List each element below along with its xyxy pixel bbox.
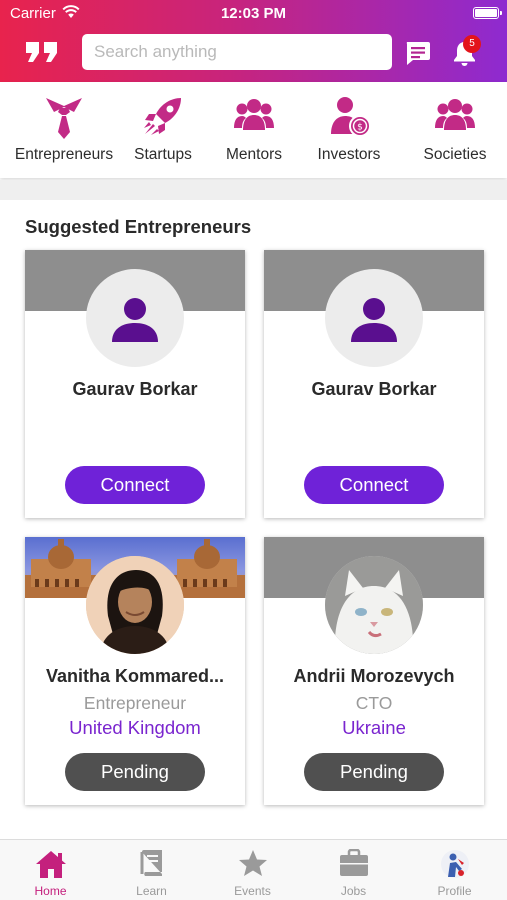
app-logo-icon[interactable] xyxy=(25,40,59,68)
nav-label: Home xyxy=(34,884,67,898)
nav-label: Profile xyxy=(437,884,472,898)
person-icon xyxy=(351,298,397,342)
notification-badge: 5 xyxy=(463,35,481,53)
group-icon xyxy=(435,99,475,130)
battery-icon xyxy=(473,7,502,19)
section-divider xyxy=(0,180,507,200)
category-label: Investors xyxy=(317,146,381,163)
avatar-photo xyxy=(325,556,423,654)
tie-icon xyxy=(46,98,82,139)
rocket-icon xyxy=(144,98,181,135)
nav-label: Events xyxy=(234,884,271,898)
status-bar: Carrier 12:03 PM xyxy=(0,0,507,28)
card-name: Gaurav Borkar xyxy=(72,379,198,399)
nav-label: Learn xyxy=(136,884,167,898)
briefcase-icon xyxy=(339,849,368,876)
category-mentors[interactable]: Mentors xyxy=(208,82,300,178)
avatar-photo xyxy=(86,556,184,654)
category-label: Entrepreneurs xyxy=(14,146,114,163)
category-societies[interactable]: Societies xyxy=(405,82,505,178)
card-name: Gaurav Borkar xyxy=(311,379,437,399)
star-icon xyxy=(238,850,267,876)
category-entrepreneurs[interactable]: Entrepreneurs xyxy=(10,82,118,178)
search-input[interactable] xyxy=(82,34,392,70)
home-icon xyxy=(35,851,66,878)
category-investors[interactable]: $ Investors xyxy=(300,82,398,178)
entrepreneur-card[interactable]: Vanitha Kommared... Entrepreneur United … xyxy=(25,537,245,805)
person-icon xyxy=(112,298,158,342)
category-label: Startups xyxy=(134,146,192,163)
card-role: Entrepreneur xyxy=(83,693,187,713)
card-name: Vanitha Kommared... xyxy=(45,666,225,686)
book-icon xyxy=(140,850,162,876)
card-name: Andrii Morozevych xyxy=(293,666,455,686)
card-country: Ukraine xyxy=(342,717,406,738)
entrepreneur-card[interactable]: Gaurav Borkar Connect xyxy=(264,250,484,518)
card-country: United Kingdom xyxy=(69,717,201,738)
connect-button[interactable]: Connect xyxy=(65,466,205,504)
chat-icon[interactable] xyxy=(404,40,431,70)
connect-button[interactable]: Connect xyxy=(304,466,444,504)
bottom-nav: Home Learn Events Jobs Profile xyxy=(0,839,507,900)
svg-text:$: $ xyxy=(357,123,363,133)
category-startups[interactable]: Startups xyxy=(118,82,208,178)
nav-profile[interactable]: Profile xyxy=(404,840,505,900)
group-icon xyxy=(234,99,274,130)
avatar xyxy=(86,269,184,367)
category-label: Mentors xyxy=(226,146,282,163)
entrepreneur-card[interactable]: Gaurav Borkar Connect xyxy=(25,250,245,518)
nav-events[interactable]: Events xyxy=(202,840,303,900)
pending-button[interactable]: Pending xyxy=(304,753,444,791)
category-bar: Entrepreneurs Startups Mentors $ Investo… xyxy=(0,82,507,178)
nav-learn[interactable]: Learn xyxy=(101,840,202,900)
profile-icon xyxy=(440,850,469,878)
card-role: CTO xyxy=(355,693,393,713)
category-label: Societies xyxy=(423,146,487,163)
avatar xyxy=(325,269,423,367)
nav-label: Jobs xyxy=(340,884,367,898)
app-header: Carrier 12:03 PM 5 xyxy=(0,0,507,82)
clock: 12:03 PM xyxy=(220,5,287,22)
nav-jobs[interactable]: Jobs xyxy=(303,840,404,900)
investor-icon: $ xyxy=(331,97,371,137)
section-title: Suggested Entrepreneurs xyxy=(25,216,252,237)
nav-home[interactable]: Home xyxy=(0,840,101,900)
entrepreneur-card[interactable]: Andrii Morozevych CTO Ukraine Pending xyxy=(264,537,484,805)
pending-button[interactable]: Pending xyxy=(65,753,205,791)
